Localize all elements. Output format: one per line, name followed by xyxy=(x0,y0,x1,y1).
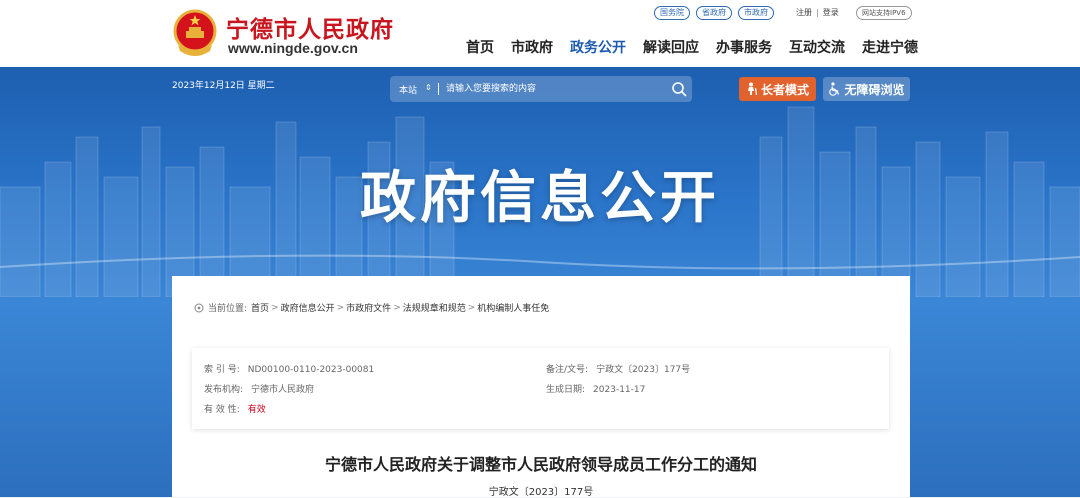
document-number: 宁政文〔2023〕177号 xyxy=(488,487,594,498)
meta-date-label: 生成日期: xyxy=(546,385,586,395)
accessible-browse-button[interactable]: 无障碍浏览 xyxy=(823,77,910,101)
accessible-browse-label: 无障碍浏览 xyxy=(844,82,905,97)
user-links: 注册 | 登录 xyxy=(796,7,839,18)
document-title: 宁德市人民政府关于调整市人民政府领导成员工作分工的通知 xyxy=(324,455,757,474)
banner-title: 政府信息公开 xyxy=(360,166,720,231)
meta-doc-no: 备注/文号: 宁政文〔2023〕177号 xyxy=(546,362,690,375)
meta-validity-value: 有效 xyxy=(247,405,266,415)
nav-home[interactable]: 首页 xyxy=(466,37,494,57)
elder-person-icon xyxy=(747,82,758,96)
search-divider xyxy=(438,83,439,95)
login-link[interactable]: 登录 xyxy=(823,8,839,17)
nav-city-gov[interactable]: 市政府 xyxy=(511,37,553,57)
nav-services[interactable]: 办事服务 xyxy=(716,37,772,57)
main-content: 当前位置: 首页 > 政府信息公开 > 市政府文件 > 法规规章和规范 > 机构… xyxy=(172,276,910,498)
ipv6-badge: 网站支持IPV6 xyxy=(856,6,912,20)
meta-date: 生成日期: 2023-11-17 xyxy=(546,382,645,395)
search-scope-select[interactable]: 本站 xyxy=(399,83,417,96)
site-header: 宁德市人民政府 www.ningde.gov.cn 国务院 省政府 市政府 注册… xyxy=(0,0,1080,67)
national-emblem-icon[interactable] xyxy=(172,9,218,59)
breadcrumb-gov-info[interactable]: 政府信息公开 xyxy=(281,301,335,314)
breadcrumb-prefix: 当前位置: xyxy=(208,304,248,314)
nav-interaction[interactable]: 互动交流 xyxy=(789,37,845,57)
meta-validity: 有 效 性: 有效 xyxy=(204,402,266,415)
breadcrumb-separator: > xyxy=(467,302,476,313)
meta-index: 索 引 号: ND00100-0110-2023-00081 xyxy=(204,362,374,375)
link-state-council[interactable]: 国务院 xyxy=(654,6,690,20)
location-pin-icon xyxy=(194,303,204,312)
meta-index-label: 索 引 号: xyxy=(204,365,240,375)
elder-mode-label: 长者模式 xyxy=(760,82,809,97)
meta-validity-label: 有 效 性: xyxy=(204,405,240,415)
divider: | xyxy=(816,8,819,17)
breadcrumb-separator: > xyxy=(271,302,279,313)
document-metadata: 索 引 号: ND00100-0110-2023-00081 备注/文号: 宁政文〔… xyxy=(192,348,889,429)
link-city-gov[interactable]: 市政府 xyxy=(738,6,774,20)
nav-gov-affairs[interactable]: 政务公开 xyxy=(570,37,626,57)
search-icon[interactable] xyxy=(671,81,687,97)
meta-publisher-label: 发布机构: xyxy=(204,385,244,395)
elder-mode-button[interactable]: 长者模式 xyxy=(739,77,816,101)
breadcrumb-separator: > xyxy=(393,302,401,313)
meta-publisher: 发布机构: 宁德市人民政府 xyxy=(204,382,314,395)
link-provincial-gov[interactable]: 省政府 xyxy=(696,6,732,20)
site-url: www.ningde.gov.cn xyxy=(228,40,358,56)
breadcrumb-personnel[interactable]: 机构编制人事任免 xyxy=(477,301,549,314)
meta-publisher-value: 宁德市人民政府 xyxy=(251,385,315,395)
main-nav: 首页 市政府 政务公开 解读回应 办事服务 互动交流 走进宁德 xyxy=(466,37,918,57)
breadcrumb-separator: > xyxy=(336,302,345,313)
breadcrumb-city-docs[interactable]: 市政府文件 xyxy=(346,301,391,314)
meta-doc-no-label: 备注/文号: xyxy=(546,365,589,375)
meta-index-value: ND00100-0110-2023-00081 xyxy=(247,365,375,375)
nav-interpretation[interactable]: 解读回应 xyxy=(643,37,699,57)
search-bar: 本站 ⇕ xyxy=(390,76,692,102)
external-links: 国务院 省政府 市政府 xyxy=(654,6,774,20)
breadcrumb: 当前位置: 首页 > 政府信息公开 > 市政府文件 > 法规规章和规范 > 机构… xyxy=(194,301,549,314)
register-link[interactable]: 注册 xyxy=(796,8,812,17)
current-date: 2023年12月12日 星期二 xyxy=(172,81,275,91)
site-name[interactable]: 宁德市人民政府 xyxy=(226,10,394,44)
wheelchair-icon xyxy=(829,82,840,96)
meta-doc-no-value: 宁政文〔2023〕177号 xyxy=(596,365,691,375)
search-input[interactable] xyxy=(446,80,656,98)
updown-caret-icon[interactable]: ⇕ xyxy=(425,83,432,92)
breadcrumb-regulations[interactable]: 法规规章和规范 xyxy=(403,301,466,314)
breadcrumb-home[interactable]: 首页 xyxy=(251,301,269,314)
meta-date-value: 2023-11-17 xyxy=(593,385,646,395)
nav-about-ningde[interactable]: 走进宁德 xyxy=(862,37,918,57)
